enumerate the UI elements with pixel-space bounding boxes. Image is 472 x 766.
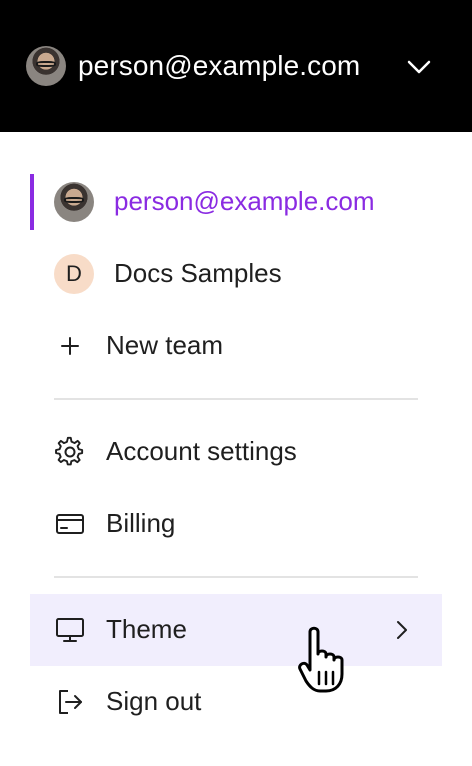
- hand-cursor-icon: [298, 626, 344, 693]
- theme-item[interactable]: Theme: [30, 594, 442, 666]
- account-switcher-header[interactable]: person@example.com: [0, 0, 472, 132]
- new-team-label: New team: [106, 330, 224, 360]
- sign-out-label: Sign out: [106, 686, 202, 716]
- chevron-right-icon: [397, 621, 407, 639]
- sign-out-item[interactable]: Sign out: [30, 666, 442, 738]
- theme-label: Theme: [106, 614, 187, 644]
- user-avatar: [54, 182, 94, 222]
- team-item-personal[interactable]: person@example.com: [30, 166, 442, 238]
- plus-icon: [61, 337, 79, 355]
- billing-label: Billing: [106, 508, 176, 538]
- sign-out-icon: [59, 690, 82, 714]
- chevron-down-icon[interactable]: [404, 52, 434, 82]
- gear-icon: [55, 436, 84, 466]
- credit-card-icon: [56, 514, 84, 534]
- account-settings-item[interactable]: Account settings: [30, 416, 442, 488]
- team-item-docs-samples[interactable]: D Docs Samples: [30, 238, 442, 310]
- team-item-label: person@example.com: [114, 186, 375, 216]
- menu-divider: [54, 576, 418, 578]
- menu-divider: [54, 398, 418, 400]
- new-team-button[interactable]: New team: [30, 310, 442, 382]
- account-email: person@example.com: [78, 50, 361, 81]
- team-avatar: D: [54, 254, 94, 294]
- billing-item[interactable]: Billing: [30, 488, 442, 560]
- team-item-label: Docs Samples: [114, 258, 282, 288]
- account-settings-label: Account settings: [106, 436, 297, 466]
- monitor-icon: [56, 618, 84, 642]
- user-avatar: [26, 46, 66, 86]
